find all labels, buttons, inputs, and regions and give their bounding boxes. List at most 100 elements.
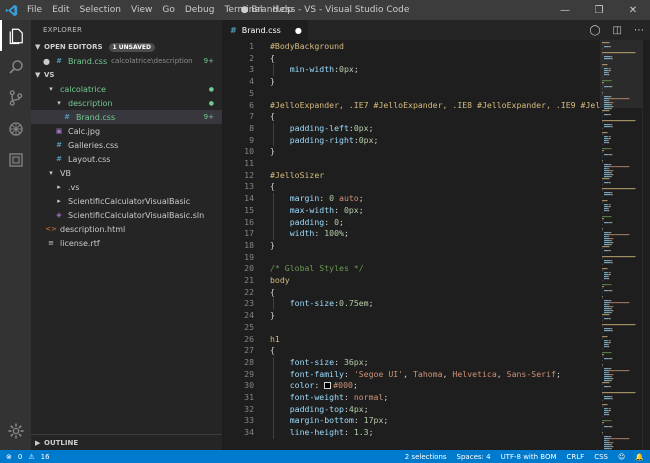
minimap-line (613, 174, 614, 176)
close-icon[interactable]: ✕ (616, 0, 650, 20)
tree-item[interactable]: ▣ Calc.jpg (31, 124, 222, 138)
minimap-line (610, 56, 612, 58)
encoding-status[interactable]: UTF-8 with BOM (501, 453, 557, 461)
minimap-line (607, 136, 608, 138)
tree-item[interactable]: ▸ ScientificCalculatorVisualBasic (31, 194, 222, 208)
menu-go[interactable]: Go (157, 5, 179, 15)
tree-item[interactable]: # Galleries.css (31, 138, 222, 152)
minimap-line (602, 364, 603, 366)
unsaved-dot-icon[interactable]: ● (295, 26, 302, 35)
split-editor-icon[interactable]: ◫ (613, 25, 622, 36)
minimap-line (604, 70, 609, 72)
minimap-line (602, 348, 603, 350)
open-changes-icon[interactable]: ◯ (589, 25, 600, 36)
minimap-line (604, 74, 607, 76)
minimap-line (613, 446, 614, 448)
source-control-icon[interactable] (0, 82, 31, 113)
minimap-line (610, 370, 615, 372)
minimap-line (604, 372, 607, 374)
eol-status[interactable]: CRLF (567, 453, 585, 461)
unsaved-dot-icon[interactable]: ● (43, 57, 53, 66)
settings-gear-icon[interactable] (0, 415, 31, 446)
open-editors-header[interactable]: ▼ OPEN EDITORS 1 UNSAVED (31, 40, 222, 54)
minimap-line (610, 242, 611, 244)
line-content: body (270, 275, 290, 287)
menu-selection[interactable]: Selection (75, 5, 126, 15)
minimap-line (602, 224, 603, 226)
outline-header[interactable]: ▶ OUTLINE (31, 434, 222, 450)
tree-item[interactable]: # Brand.css 9+ (31, 110, 222, 124)
minimap-line (608, 250, 609, 252)
minimap-line (602, 202, 603, 204)
minimap-line (613, 374, 614, 376)
minimap-line (604, 108, 610, 110)
minimap-line (602, 292, 603, 294)
tree-item[interactable]: ▸ .vs (31, 180, 222, 194)
menu-terminal[interactable]: Terminal (219, 5, 267, 15)
problems-status[interactable]: ⊗ 0 ⚠ 16 (0, 453, 50, 461)
code-editor[interactable]: 1 #BodyBackground 2{3 min-width:0px; 4} 5 6 #J… (222, 40, 600, 450)
chevron-down-icon: ▾ (49, 85, 53, 93)
tree-item[interactable]: ≡ license.rtf (31, 236, 222, 250)
sln-file-icon: ◈ (56, 211, 62, 219)
indentation-status[interactable]: Spaces: 4 (457, 453, 491, 461)
tree-item[interactable]: ▾ calcolatrice ● (31, 82, 222, 96)
minimap-line (615, 438, 619, 440)
menu-file[interactable]: File (22, 5, 47, 15)
workspace-header[interactable]: ▼ VS (31, 68, 222, 82)
menu-edit[interactable]: Edit (47, 5, 74, 15)
open-editor-item[interactable]: ● # Brand.css calcolatrice\description 9… (31, 54, 222, 68)
minimap-line (604, 340, 607, 342)
minimap-line (612, 426, 613, 428)
tree-item[interactable]: ▾ VB (31, 166, 222, 180)
vertical-scrollbar[interactable] (642, 40, 650, 450)
minimap-line (615, 98, 619, 100)
tree-item[interactable]: <> description.html (31, 222, 222, 236)
minimap-line (602, 264, 603, 266)
minimap-line (608, 72, 609, 74)
selections-status[interactable]: 2 selections (405, 453, 447, 461)
feedback-smiley-icon[interactable]: ☺ (618, 453, 625, 461)
css-file-icon: # (64, 113, 70, 121)
minimap-line (604, 210, 607, 212)
menu-view[interactable]: View (126, 5, 157, 15)
search-icon[interactable] (0, 51, 31, 82)
menu-debug[interactable]: Debug (180, 5, 220, 15)
minimap-line (611, 174, 613, 176)
notifications-bell-icon[interactable]: 🔔 (635, 453, 644, 461)
minimap-line (615, 302, 619, 304)
color-swatch-icon[interactable] (324, 382, 332, 390)
minimap-line (604, 276, 608, 278)
line-content: min-width:0px; (270, 64, 359, 76)
menu-help[interactable]: Help (267, 5, 298, 15)
minimap-line (609, 100, 610, 102)
minimap-line (609, 172, 610, 174)
minimap-line (608, 154, 609, 156)
minimap-line (611, 194, 613, 196)
minimap-line (629, 438, 630, 440)
minimap-line (609, 370, 610, 372)
minimap-line (618, 438, 619, 440)
language-status[interactable]: CSS (594, 453, 608, 461)
tree-item-status: ● (208, 99, 214, 107)
tab-brand-css[interactable]: # Brand.css ● (222, 20, 308, 40)
extensions-icon[interactable] (0, 144, 31, 175)
tree-item[interactable]: # Layout.css (31, 152, 222, 166)
minimap-line (604, 170, 610, 172)
minimap-line (604, 260, 610, 262)
more-actions-icon[interactable]: ⋯ (634, 25, 644, 36)
line-content: #JelloExpander, .IE7 #JelloExpander, .IE… (270, 100, 600, 112)
minimap-line (608, 68, 611, 70)
minimap-line (604, 182, 609, 184)
line-number: 32 (244, 403, 254, 414)
restore-icon[interactable]: ❐ (582, 0, 616, 20)
minimize-icon[interactable]: — (548, 0, 582, 20)
tree-item[interactable]: ◈ ScientificCalculatorVisualBasic.sln (31, 208, 222, 222)
minimap-line (602, 60, 603, 62)
tree-item[interactable]: ▾ description ● (31, 96, 222, 110)
explorer-icon[interactable] (0, 20, 31, 51)
minimap[interactable] (600, 40, 642, 450)
minimap-line (602, 54, 603, 56)
debug-icon[interactable] (0, 113, 31, 144)
